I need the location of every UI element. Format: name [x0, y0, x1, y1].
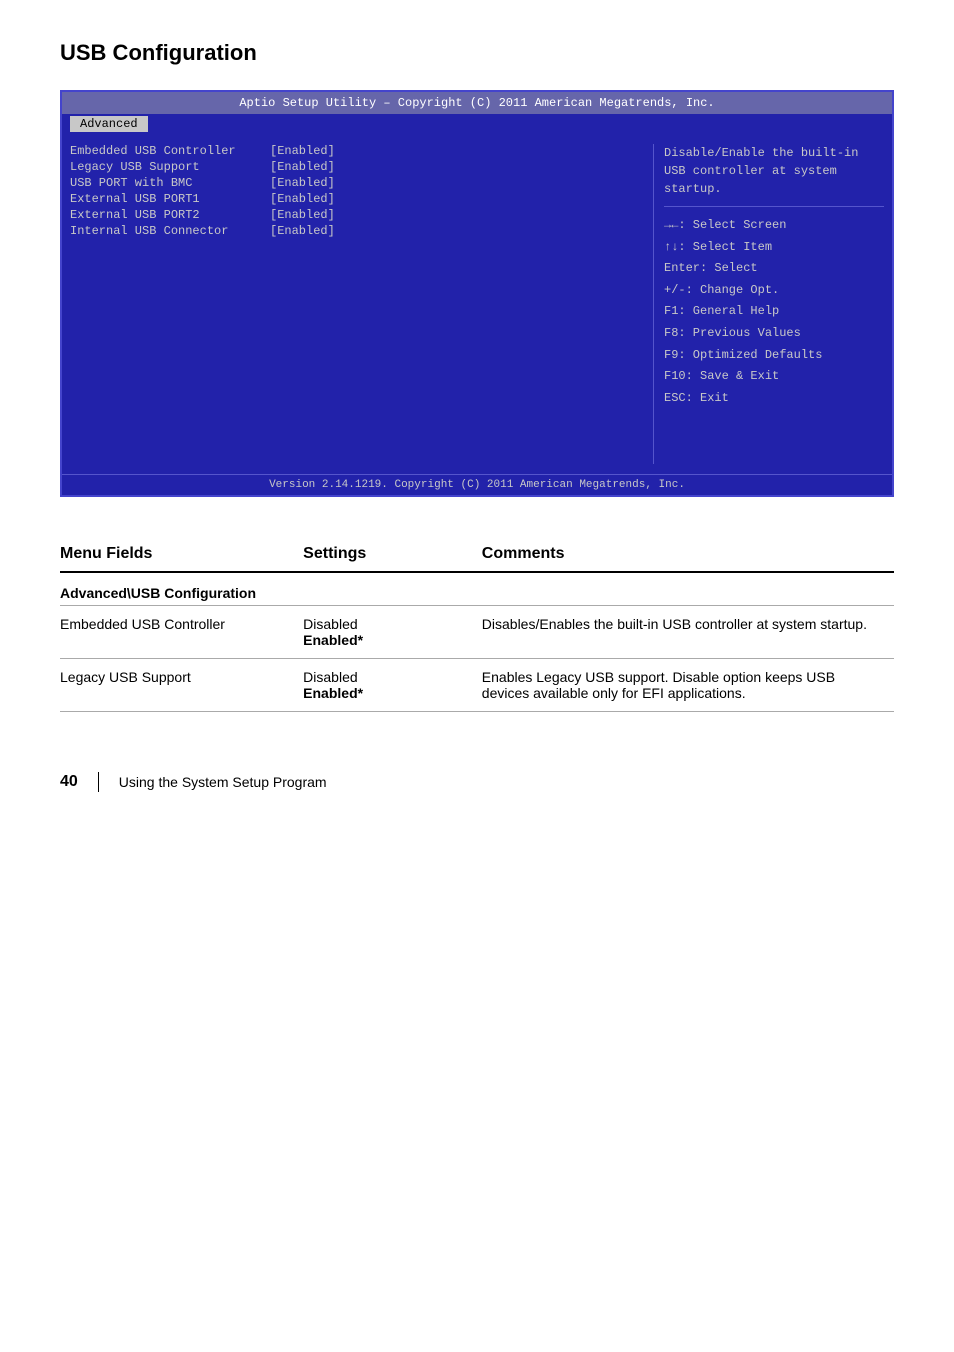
bios-key-line: F1: General Help	[664, 301, 884, 323]
table-section-row: Advanced\USB Configuration	[60, 572, 894, 606]
table-header-row: Menu Fields Settings Comments	[60, 537, 894, 572]
comments-cell: Enables Legacy USB support. Disable opti…	[482, 659, 894, 712]
comments-cell: Disables/Enables the built-in USB contro…	[482, 606, 894, 659]
bios-key-help: →←: Select Screen↑↓: Select ItemEnter: S…	[664, 215, 884, 409]
bios-tab-bar: Advanced	[62, 114, 892, 134]
page-title: USB Configuration	[60, 40, 894, 66]
bios-key-line: +/-: Change Opt.	[664, 280, 884, 302]
bios-help-text: Disable/Enable the built-in USB controll…	[664, 144, 884, 198]
bios-footer: Version 2.14.1219. Copyright (C) 2011 Am…	[62, 474, 892, 495]
bios-content: Embedded USB Controller [Enabled] Legacy…	[62, 134, 892, 474]
bios-item-value: [Enabled]	[270, 192, 335, 206]
setting-value-enabled: Enabled*	[303, 685, 470, 701]
bios-item-row: External USB PORT1 [Enabled]	[70, 192, 633, 206]
bios-right-panel: Disable/Enable the built-in USB controll…	[664, 144, 884, 464]
setting-value-disabled: Disabled	[303, 669, 470, 685]
page-footer: 40 Using the System Setup Program	[60, 772, 894, 792]
bios-item-value: [Enabled]	[270, 160, 335, 174]
bios-tab-advanced[interactable]: Advanced	[70, 116, 148, 132]
bios-key-line: ↑↓: Select Item	[664, 237, 884, 259]
bios-key-line: ESC: Exit	[664, 388, 884, 410]
col-comments: Comments	[482, 537, 894, 572]
bios-item-name: Internal USB Connector	[70, 224, 270, 238]
menu-table: Menu Fields Settings Comments Advanced\U…	[60, 537, 894, 712]
bios-divider	[664, 206, 884, 207]
bios-item-name: Embedded USB Controller	[70, 144, 270, 158]
table-row: Embedded USB Controller DisabledEnabled*…	[60, 606, 894, 659]
settings-cell: DisabledEnabled*	[303, 606, 482, 659]
bios-item-value: [Enabled]	[270, 224, 335, 238]
bios-key-line: F10: Save & Exit	[664, 366, 884, 388]
bios-screen: Aptio Setup Utility – Copyright (C) 2011…	[60, 90, 894, 497]
bios-items-list: Embedded USB Controller [Enabled] Legacy…	[70, 144, 643, 464]
page-number: 40	[60, 773, 78, 791]
bios-item-row: Legacy USB Support [Enabled]	[70, 160, 633, 174]
bios-key-line: →←: Select Screen	[664, 215, 884, 237]
bios-item-row: Embedded USB Controller [Enabled]	[70, 144, 633, 158]
bios-item-row: USB PORT with BMC [Enabled]	[70, 176, 633, 190]
bios-item-row: External USB PORT2 [Enabled]	[70, 208, 633, 222]
bios-item-value: [Enabled]	[270, 208, 335, 222]
bios-item-value: [Enabled]	[270, 144, 335, 158]
bios-key-line: F9: Optimized Defaults	[664, 345, 884, 367]
bios-item-row: Internal USB Connector [Enabled]	[70, 224, 633, 238]
table-row: Legacy USB Support DisabledEnabled* Enab…	[60, 659, 894, 712]
field-cell: Embedded USB Controller	[60, 606, 303, 659]
bios-key-line: Enter: Select	[664, 258, 884, 280]
setting-value-enabled: Enabled*	[303, 632, 470, 648]
bios-item-name: External USB PORT1	[70, 192, 270, 206]
bios-item-value: [Enabled]	[270, 176, 335, 190]
bios-item-name: Legacy USB Support	[70, 160, 270, 174]
bios-header: Aptio Setup Utility – Copyright (C) 2011…	[62, 92, 892, 114]
footer-text: Using the System Setup Program	[119, 774, 327, 790]
section-label: Advanced\USB Configuration	[60, 572, 894, 606]
bios-key-line: F8: Previous Values	[664, 323, 884, 345]
bios-item-name: External USB PORT2	[70, 208, 270, 222]
settings-cell: DisabledEnabled*	[303, 659, 482, 712]
bios-vertical-divider	[653, 144, 654, 464]
col-settings: Settings	[303, 537, 482, 572]
footer-divider	[98, 772, 99, 792]
setting-value-disabled: Disabled	[303, 616, 470, 632]
col-menu-fields: Menu Fields	[60, 537, 303, 572]
bios-item-name: USB PORT with BMC	[70, 176, 270, 190]
field-cell: Legacy USB Support	[60, 659, 303, 712]
